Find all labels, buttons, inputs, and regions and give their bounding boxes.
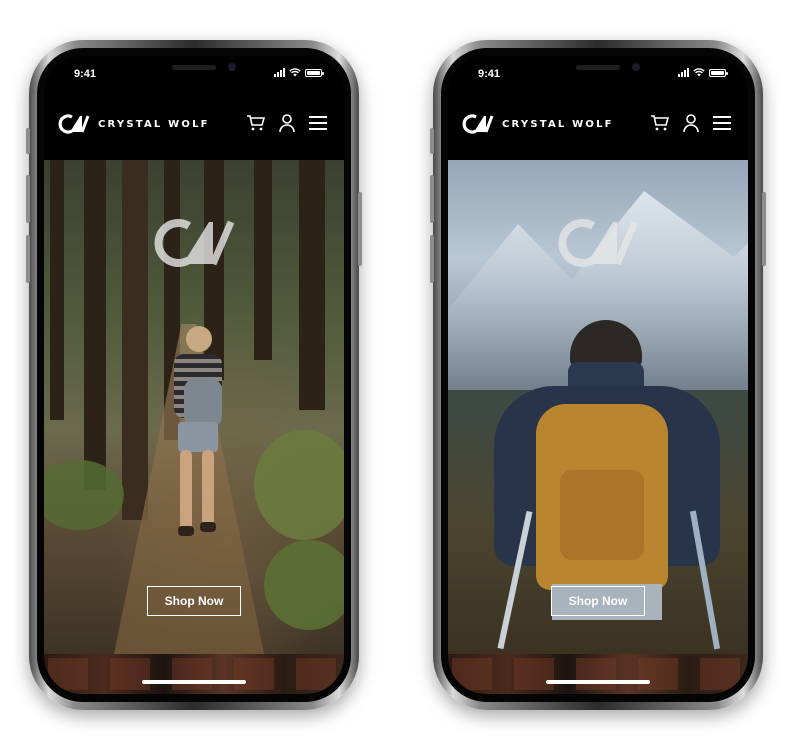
volume-down-button xyxy=(430,235,434,283)
tree-trunk xyxy=(122,160,148,520)
product-thumbnail[interactable] xyxy=(452,658,492,690)
fern-foliage xyxy=(264,540,344,630)
hiker-man xyxy=(472,320,734,650)
fern-foliage xyxy=(44,460,124,530)
tree-trunk xyxy=(50,160,64,420)
hero-image-forest: Shop Now xyxy=(44,160,344,654)
wifi-icon xyxy=(289,68,301,77)
product-strip xyxy=(44,654,344,694)
cart-icon[interactable] xyxy=(246,114,266,132)
tree-trunk xyxy=(84,160,106,490)
product-thumbnail[interactable] xyxy=(638,658,678,690)
signal-icon xyxy=(274,68,285,77)
phone-bezel: 9:41 CRYSTAL WOLF Shop Now xyxy=(441,48,755,702)
product-thumbnail[interactable] xyxy=(514,658,554,690)
phone-bezel: 9:41 CRYSTAL WOLF Shop Now xyxy=(37,48,351,702)
power-button xyxy=(358,192,362,266)
shop-now-button[interactable]: Shop Now xyxy=(551,586,645,616)
fern-foliage xyxy=(254,430,344,540)
brand-name: CRYSTAL WOLF xyxy=(98,118,210,130)
mute-switch xyxy=(430,128,434,154)
notch xyxy=(518,56,678,84)
product-strip xyxy=(448,654,748,694)
phone-screen: 9:41 CRYSTAL WOLF Shop Now xyxy=(44,56,344,694)
phone-screen: 9:41 CRYSTAL WOLF Shop Now xyxy=(448,56,748,694)
status-icons xyxy=(274,68,324,77)
brand-logo[interactable]: CRYSTAL WOLF xyxy=(58,113,210,135)
status-icons xyxy=(678,68,728,77)
phone-mockup-left: 9:41 CRYSTAL WOLF Shop Now xyxy=(26,40,362,710)
site-navbar: CRYSTAL WOLF xyxy=(448,92,748,160)
status-time: 9:41 xyxy=(478,68,501,80)
camera-icon xyxy=(228,63,236,71)
brand-name: CRYSTAL WOLF xyxy=(502,118,614,130)
hero-image-mountain: Shop Now xyxy=(448,160,748,654)
product-thumbnail[interactable] xyxy=(48,658,88,690)
mute-switch xyxy=(26,128,30,154)
signal-icon xyxy=(678,68,689,77)
volume-down-button xyxy=(26,235,30,283)
nav-icons xyxy=(246,113,328,133)
speaker-grille xyxy=(576,65,620,70)
home-indicator[interactable] xyxy=(142,680,246,684)
product-thumbnail[interactable] xyxy=(296,658,336,690)
tree-trunk xyxy=(254,160,272,360)
hiker-woman xyxy=(162,326,232,556)
product-thumbnail[interactable] xyxy=(700,658,740,690)
notch xyxy=(114,56,274,84)
user-icon[interactable] xyxy=(278,113,296,133)
volume-up-button xyxy=(26,175,30,223)
product-thumbnail[interactable] xyxy=(110,658,150,690)
product-thumbnail[interactable] xyxy=(576,658,616,690)
volume-up-button xyxy=(430,175,434,223)
power-button xyxy=(762,192,766,266)
speaker-grille xyxy=(172,65,216,70)
menu-icon[interactable] xyxy=(712,115,732,131)
cw-logo-icon xyxy=(462,114,494,134)
menu-icon[interactable] xyxy=(308,115,328,131)
product-thumbnail[interactable] xyxy=(234,658,274,690)
cw-logo-icon xyxy=(558,219,639,267)
tree-trunk xyxy=(299,160,325,410)
cw-logo-icon xyxy=(154,219,235,267)
phone-mockup-right: 9:41 CRYSTAL WOLF Shop Now xyxy=(430,40,766,710)
site-navbar: CRYSTAL WOLF xyxy=(44,92,344,160)
battery-icon xyxy=(305,68,324,77)
camera-icon xyxy=(632,63,640,71)
cart-icon[interactable] xyxy=(650,114,670,132)
status-time: 9:41 xyxy=(74,68,97,80)
shop-now-button[interactable]: Shop Now xyxy=(147,586,241,616)
wifi-icon xyxy=(693,68,705,77)
brand-logo[interactable]: CRYSTAL WOLF xyxy=(462,113,614,135)
nav-icons xyxy=(650,113,732,133)
home-indicator[interactable] xyxy=(546,680,650,684)
battery-icon xyxy=(709,68,728,77)
product-thumbnail[interactable] xyxy=(172,658,212,690)
cw-logo-icon xyxy=(58,114,90,134)
user-icon[interactable] xyxy=(682,113,700,133)
